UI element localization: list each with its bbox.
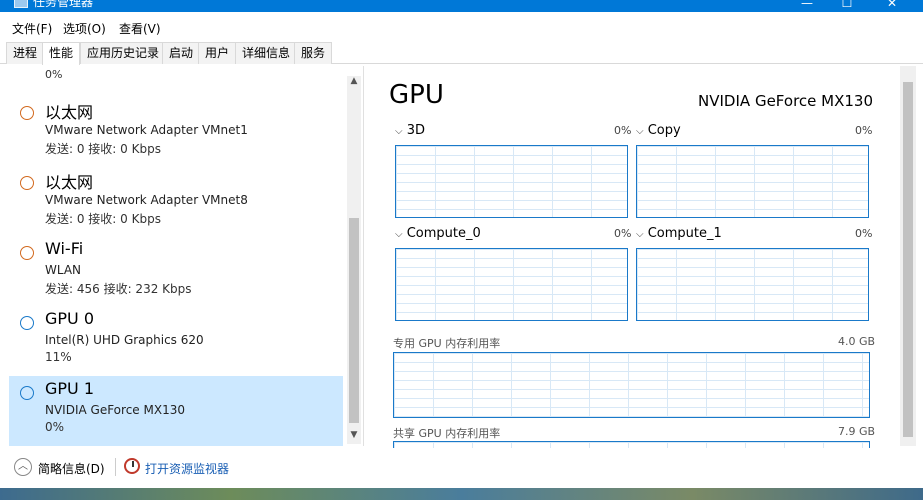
resource-gpu-0[interactable]: GPU 0 Intel(R) UHD Graphics 620 11% xyxy=(9,306,343,376)
close-button[interactable]: ✕ xyxy=(877,0,907,10)
scroll-down-icon[interactable]: ▼ xyxy=(347,430,361,444)
desktop-background xyxy=(0,488,923,500)
menu-file[interactable]: 文件(F) xyxy=(12,20,52,37)
chevron-down-icon: ⌵ xyxy=(395,126,403,137)
tab-app-history[interactable]: 应用历史记录 xyxy=(80,42,167,64)
engine-label: Compute_0 xyxy=(406,226,481,241)
resource-usage: 11% xyxy=(45,350,72,364)
chevron-down-icon: ⌵ xyxy=(395,229,403,240)
task-manager-icon xyxy=(14,0,28,8)
maximize-button[interactable]: ☐ xyxy=(832,0,862,10)
wifi-icon xyxy=(20,246,34,260)
resource-ethernet-vmnet8[interactable]: 以太网 VMware Network Adapter VMnet8 发送: 0 … xyxy=(9,166,343,236)
list-scrollbar[interactable]: ▲ ▼ xyxy=(347,76,361,444)
gpu-icon xyxy=(20,316,34,330)
tab-services[interactable]: 服务 xyxy=(294,42,333,64)
engine-compute0-selector[interactable]: ⌵ Compute_0 xyxy=(395,226,481,241)
engine-label: Compute_1 xyxy=(647,226,722,241)
engine-copy-pct: 0% xyxy=(855,124,873,137)
title-bar: 任务管理器 — ☐ ✕ xyxy=(0,0,923,12)
tab-performance[interactable]: 性能 xyxy=(42,42,81,65)
tab-users[interactable]: 用户 xyxy=(198,42,237,64)
engine-compute0-pct: 0% xyxy=(614,227,632,240)
engine-label: Copy xyxy=(647,123,681,138)
resource-wifi[interactable]: Wi-Fi WLAN 发送: 456 接收: 232 Kbps xyxy=(9,236,343,306)
menu-view[interactable]: 查看(V) xyxy=(119,20,161,37)
shared-memory-value: 7.9 GB xyxy=(838,425,876,438)
dedicated-memory-value: 4.0 GB xyxy=(838,335,876,348)
resource-adapter: NVIDIA GeForce MX130 xyxy=(45,403,185,417)
engine-copy-graph xyxy=(636,145,869,218)
gpu-model-name: NVIDIA GeForce MX130 xyxy=(698,92,873,110)
tab-startup[interactable]: 启动 xyxy=(162,42,201,64)
resource-adapter: VMware Network Adapter VMnet1 xyxy=(45,123,248,137)
gpu-icon xyxy=(20,386,34,400)
partial-item-value: 0% xyxy=(45,68,63,81)
engine-compute1-pct: 0% xyxy=(855,227,873,240)
engine-3d-graph xyxy=(395,145,628,218)
tab-bar: 进程 性能 应用历史记录 启动 用户 详细信息 服务 xyxy=(0,42,923,65)
engine-3d-selector[interactable]: ⌵ 3D xyxy=(395,123,425,138)
footer-bar: ︿ 简略信息(D) 打开资源监视器 xyxy=(0,448,923,488)
resource-throughput: 发送: 0 接收: 0 Kbps xyxy=(45,212,161,226)
ethernet-icon xyxy=(20,106,34,120)
resource-adapter: VMware Network Adapter VMnet8 xyxy=(45,193,248,207)
detail-scrollbar[interactable] xyxy=(900,66,916,446)
open-resource-monitor-link[interactable]: 打开资源监视器 xyxy=(145,460,229,477)
resource-monitor-icon[interactable] xyxy=(124,458,140,474)
tab-processes[interactable]: 进程 xyxy=(6,42,45,64)
chevron-down-icon: ⌵ xyxy=(636,229,644,240)
resource-gpu-1[interactable]: GPU 1 NVIDIA GeForce MX130 0% xyxy=(9,376,343,446)
dedicated-memory-label: 专用 GPU 内存利用率 xyxy=(393,337,501,350)
resource-usage: 0% xyxy=(45,420,65,434)
page-title: GPU xyxy=(389,80,444,110)
engine-compute1-graph xyxy=(636,248,869,321)
chevron-down-icon: ⌵ xyxy=(636,126,644,137)
scroll-thumb[interactable] xyxy=(349,218,359,423)
task-manager-window: 任务管理器 — ☐ ✕ 文件(F) 选项(O) 查看(V) 进程 性能 应用历史… xyxy=(0,0,923,500)
engine-label: 3D xyxy=(406,123,426,138)
engine-copy-selector[interactable]: ⌵ Copy xyxy=(636,123,681,138)
engine-3d-pct: 0% xyxy=(614,124,632,137)
resource-name: GPU 0 xyxy=(45,309,95,328)
resource-ethernet-vmnet1[interactable]: 以太网 VMware Network Adapter VMnet1 发送: 0 … xyxy=(9,96,343,166)
tab-details[interactable]: 详细信息 xyxy=(235,42,298,64)
engine-compute0-graph xyxy=(395,248,628,321)
resource-throughput: 发送: 456 接收: 232 Kbps xyxy=(45,282,192,296)
chevron-up-icon[interactable]: ︿ xyxy=(14,458,32,476)
divider xyxy=(115,458,116,476)
menu-bar: 文件(F) 选项(O) 查看(V) xyxy=(0,18,923,38)
resource-name: 以太网 xyxy=(45,173,94,192)
gpu-detail-panel: GPU NVIDIA GeForce MX130 ⌵ 3D 0% ⌵ Copy … xyxy=(365,66,923,451)
scroll-thumb[interactable] xyxy=(903,82,913,437)
engine-compute1-selector[interactable]: ⌵ Compute_1 xyxy=(636,226,722,241)
resource-list: 0% 以太网 VMware Network Adapter VMnet1 发送:… xyxy=(0,66,364,446)
resource-throughput: 发送: 0 接收: 0 Kbps xyxy=(45,142,161,156)
fewer-details-link[interactable]: 简略信息(D) xyxy=(38,460,105,477)
ethernet-icon xyxy=(20,176,34,190)
dedicated-memory-graph xyxy=(393,352,870,418)
resource-name: 以太网 xyxy=(45,103,94,122)
resource-name: Wi-Fi xyxy=(45,239,84,258)
resource-adapter: Intel(R) UHD Graphics 620 xyxy=(45,333,204,347)
resource-name: GPU 1 xyxy=(45,379,95,398)
resource-adapter: WLAN xyxy=(45,263,82,277)
shared-memory-label: 共享 GPU 内存利用率 xyxy=(393,427,501,440)
scroll-up-icon[interactable]: ▲ xyxy=(347,76,361,90)
window-title: 任务管理器 xyxy=(33,0,94,9)
minimize-button[interactable]: — xyxy=(792,0,822,10)
menu-options[interactable]: 选项(O) xyxy=(63,20,106,37)
